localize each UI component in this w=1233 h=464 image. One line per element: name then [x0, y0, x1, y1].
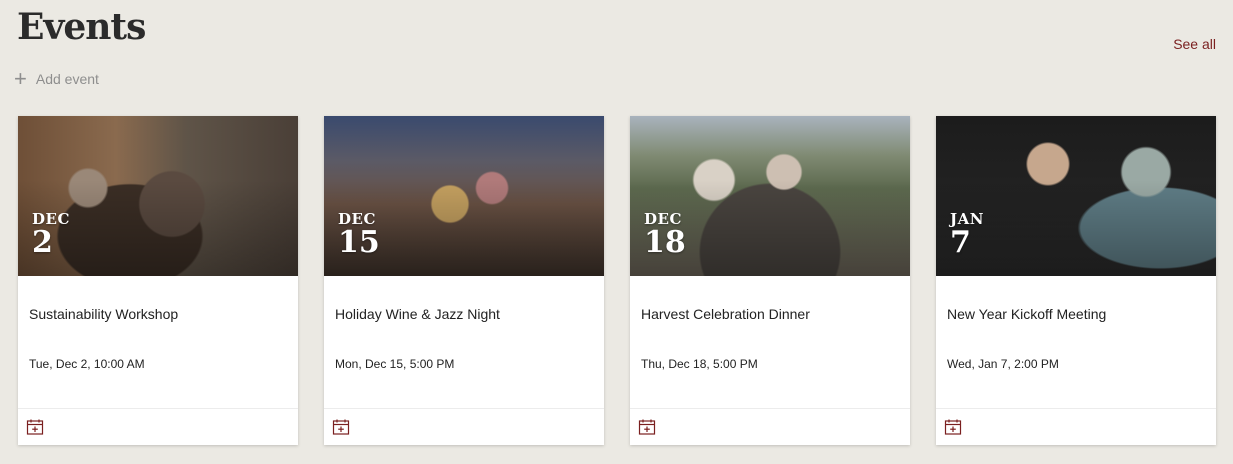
- event-datetime: Mon, Dec 15, 5:00 PM: [335, 357, 455, 371]
- event-datetime: Tue, Dec 2, 10:00 AM: [29, 357, 145, 371]
- event-title[interactable]: Holiday Wine & Jazz Night: [335, 306, 500, 322]
- divider: [324, 408, 604, 409]
- divider: [630, 408, 910, 409]
- add-event-button[interactable]: + Add event: [14, 66, 99, 91]
- event-date-badge: DEC 18: [644, 210, 686, 259]
- event-date-badge: DEC 15: [338, 210, 380, 259]
- event-card[interactable]: DEC 18 Harvest Celebration Dinner Thu, D…: [630, 116, 910, 445]
- calendar-add-icon[interactable]: [332, 418, 350, 436]
- calendar-add-icon[interactable]: [26, 418, 44, 436]
- divider: [936, 408, 1216, 409]
- event-title[interactable]: Harvest Celebration Dinner: [641, 306, 810, 322]
- event-datetime: Wed, Jan 7, 2:00 PM: [947, 357, 1059, 371]
- event-card[interactable]: DEC 2 Sustainability Workshop Tue, Dec 2…: [18, 116, 298, 445]
- plus-icon: +: [14, 66, 27, 91]
- event-date-badge: JAN 7: [950, 210, 984, 259]
- see-all-link[interactable]: See all: [1173, 36, 1216, 52]
- event-day: 18: [644, 225, 686, 260]
- add-event-label: Add event: [35, 71, 99, 87]
- page-title: Events: [17, 6, 146, 48]
- divider: [18, 408, 298, 409]
- event-day: 2: [32, 225, 53, 260]
- event-datetime: Thu, Dec 18, 5:00 PM: [641, 357, 758, 371]
- event-title[interactable]: Sustainability Workshop: [29, 306, 178, 322]
- event-card[interactable]: JAN 7 New Year Kickoff Meeting Wed, Jan …: [936, 116, 1216, 445]
- event-day: 7: [950, 225, 971, 260]
- calendar-add-icon[interactable]: [944, 418, 962, 436]
- event-card[interactable]: DEC 15 Holiday Wine & Jazz Night Mon, De…: [324, 116, 604, 445]
- event-title[interactable]: New Year Kickoff Meeting: [947, 306, 1106, 322]
- event-day: 15: [338, 225, 380, 260]
- calendar-add-icon[interactable]: [638, 418, 656, 436]
- event-date-badge: DEC 2: [32, 210, 70, 259]
